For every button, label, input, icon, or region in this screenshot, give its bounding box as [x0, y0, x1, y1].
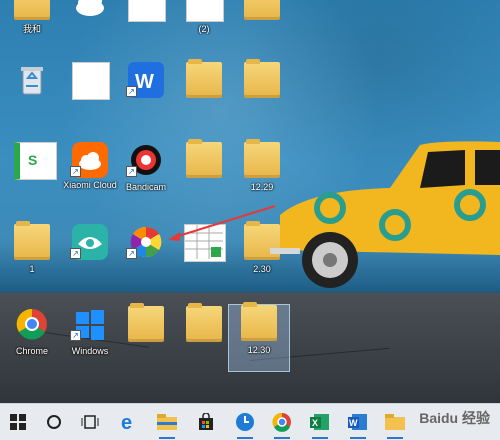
desktop-icon-text-file[interactable] — [60, 62, 120, 128]
desktop-icon-document[interactable] — [116, 0, 176, 50]
clock-icon — [236, 413, 254, 431]
desktop-icon-folder-6[interactable] — [116, 303, 176, 372]
wps-sheet-icon: S — [14, 142, 57, 180]
icon-label: Xiaomi Cloud — [63, 180, 117, 190]
icon-label: 12.30 — [247, 345, 271, 355]
document-icon — [186, 0, 224, 22]
icon-label: (2) — [198, 24, 210, 34]
task-view-button[interactable] — [78, 410, 102, 434]
folder-icon — [128, 303, 164, 342]
recycle-bin-icon — [14, 62, 50, 98]
excel-icon: X — [310, 414, 329, 430]
edge-taskbar-button[interactable]: e — [117, 410, 141, 434]
shortcut-arrow-icon: ↗ — [70, 248, 81, 259]
desktop-icon-folder-5[interactable]: 1 — [2, 221, 62, 290]
desktop-icon-folder-3[interactable] — [174, 59, 234, 128]
shortcut-arrow-icon: ↗ — [126, 86, 137, 97]
folder-icon — [244, 59, 280, 98]
word-icon: W — [348, 414, 367, 430]
folder-icon — [241, 302, 277, 341]
edge-icon: e — [121, 412, 132, 432]
taskbar: e X W Baidu 经验 — [0, 403, 500, 440]
desktop-icon-recycle-bin[interactable] — [2, 62, 62, 128]
document-icon — [128, 0, 166, 22]
icon-label: Chrome — [15, 346, 48, 356]
desktop-icon-windows[interactable]: ↗ Windows — [60, 306, 120, 372]
desktop-icon-cloud[interactable] — [60, 0, 120, 50]
icon-label: Bandicam — [125, 182, 167, 192]
svg-text:W: W — [349, 418, 358, 428]
text-file-icon — [72, 62, 110, 100]
folder-icon — [14, 221, 50, 260]
windows-logo-icon — [10, 414, 26, 430]
chrome-icon — [272, 412, 291, 432]
file-explorer-taskbar-button[interactable] — [155, 410, 179, 439]
annotation-arrow — [168, 205, 276, 241]
desktop-icon-folder-12-30[interactable]: 12.30 — [228, 302, 290, 372]
folder-icon — [14, 0, 50, 20]
svg-text:X: X — [312, 418, 318, 428]
word-taskbar-button[interactable]: W — [346, 410, 370, 439]
image-folder-icon — [186, 139, 222, 178]
desktop-icon-xiaomi-cloud[interactable]: ↗ Xiaomi Cloud — [60, 142, 120, 208]
chrome-icon — [14, 306, 50, 342]
search-button[interactable] — [42, 410, 66, 434]
folder-taskbar-button[interactable] — [383, 410, 407, 439]
icon-label: Windows — [71, 346, 109, 356]
svg-text:W: W — [135, 71, 154, 93]
desktop-icon-image-folder-2[interactable] — [174, 303, 234, 372]
store-icon — [199, 413, 213, 430]
shortcut-arrow-icon: ↗ — [70, 166, 81, 177]
shortcut-arrow-icon: ↗ — [126, 166, 137, 177]
desktop-icon-folder-2[interactable] — [232, 0, 292, 50]
icon-label: 我和 — [22, 24, 41, 34]
svg-text:e: e — [121, 412, 132, 432]
shortcut-arrow-icon: ↗ — [126, 248, 137, 259]
cloud-icon — [72, 0, 108, 20]
desktop-icon-eye-app[interactable]: ↗ — [60, 224, 120, 290]
baidu-watermark: Baidu 经验 — [419, 410, 490, 426]
shortcut-arrow-icon: ↗ — [70, 330, 81, 341]
clock-taskbar-button[interactable] — [233, 410, 257, 439]
svg-text:S: S — [28, 152, 37, 168]
desktop-icon-folder[interactable]: 我和 — [2, 0, 62, 50]
file-explorer-icon — [157, 414, 177, 430]
desktop-icon-wps-sheet[interactable]: S — [2, 142, 62, 208]
desktop-wallpaper: 我和 (2) W ↗ S ↗ Xiaomi Cloud ↗ Bandicam 1… — [0, 0, 500, 403]
excel-taskbar-button[interactable]: X — [308, 410, 332, 439]
yellow-car-wallpaper — [270, 141, 500, 288]
desktop-icon-folder-4[interactable] — [232, 59, 292, 128]
start-button[interactable] — [6, 410, 30, 434]
desktop-icon-wps[interactable]: W ↗ — [116, 62, 176, 128]
icon-label: 1 — [29, 264, 35, 274]
store-taskbar-button[interactable] — [194, 410, 218, 434]
folder-icon — [244, 0, 280, 20]
image-folder-icon — [186, 303, 222, 342]
desktop-icon-document-2[interactable]: (2) — [174, 0, 234, 50]
task-view-icon — [81, 415, 99, 429]
folder-icon — [186, 59, 222, 98]
chrome-taskbar-button[interactable] — [270, 410, 294, 439]
folder-icon — [385, 414, 405, 430]
search-circle-icon — [47, 415, 61, 429]
desktop-icon-chrome[interactable]: Chrome — [2, 306, 62, 372]
